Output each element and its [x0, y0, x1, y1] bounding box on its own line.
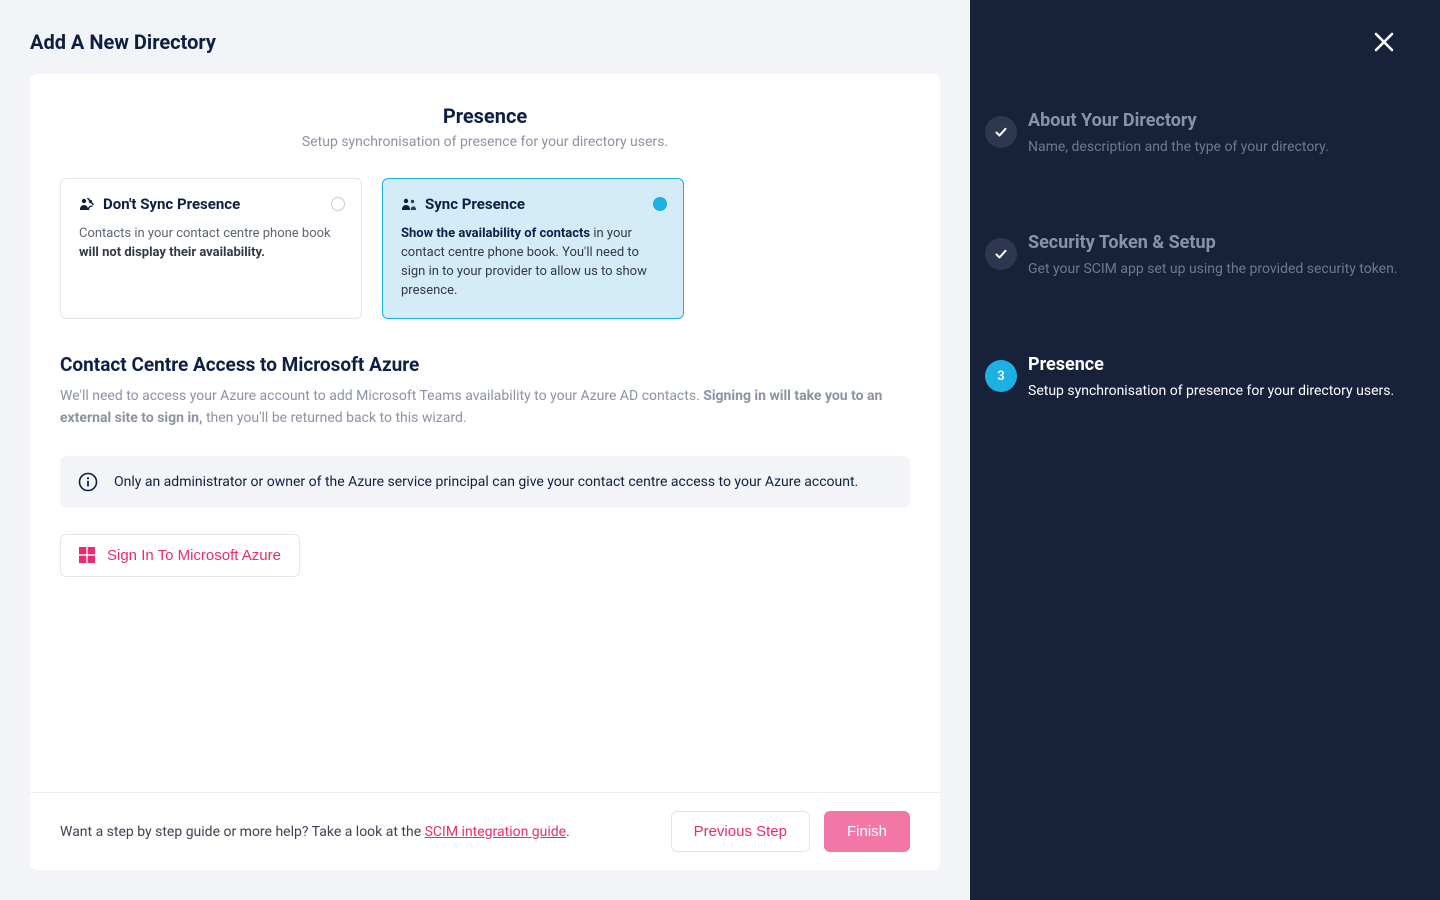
card-footer: Want a step by step guide or more help? … — [30, 792, 940, 870]
option-header: Sync Presence — [401, 195, 665, 213]
section-subtitle: Setup synchronisation of presence for yo… — [60, 134, 910, 150]
step-indicator-done — [985, 116, 1017, 148]
option-desc-bold: Show the availability of contacts — [401, 226, 590, 241]
finish-button[interactable]: Finish — [824, 811, 910, 852]
footer-buttons: Previous Step Finish — [671, 811, 910, 852]
main-content: Add A New Directory Presence Setup synch… — [0, 0, 970, 900]
azure-section-title: Contact Centre Access to Microsoft Azure — [60, 353, 910, 376]
previous-step-button[interactable]: Previous Step — [671, 811, 810, 852]
section-title: Presence — [60, 104, 910, 128]
step-title: Security Token & Setup — [1028, 232, 1398, 253]
info-icon — [78, 472, 98, 492]
azure-desc-prefix: We'll need to access your Azure account … — [60, 388, 703, 404]
radio-indicator-unselected — [331, 197, 345, 211]
azure-section: Contact Centre Access to Microsoft Azure… — [60, 353, 910, 576]
step-indicator-current: 3 — [985, 360, 1017, 392]
wizard-card: Presence Setup synchronisation of presen… — [30, 74, 940, 870]
option-description: Show the availability of contacts in you… — [401, 225, 665, 300]
scim-guide-link[interactable]: SCIM integration guide — [425, 824, 567, 840]
step-about-directory[interactable]: About Your Directory Name, description a… — [1028, 110, 1400, 158]
steps-sidebar: About Your Directory Name, description a… — [970, 0, 1440, 900]
page-title: Add A New Directory — [0, 0, 970, 74]
microsoft-icon — [79, 547, 95, 563]
footer-help-text: Want a step by step guide or more help? … — [60, 824, 570, 840]
info-banner: Only an administrator or owner of the Az… — [60, 456, 910, 508]
step-content: About Your Directory Name, description a… — [1028, 110, 1329, 158]
step-content: Presence Setup synchronisation of presen… — [1028, 354, 1394, 402]
sign-in-azure-button[interactable]: Sign In To Microsoft Azure — [60, 534, 300, 577]
option-title: Sync Presence — [425, 195, 525, 213]
step-title: Presence — [1028, 354, 1394, 375]
step-indicator-done — [985, 238, 1017, 270]
footer-help-suffix: . — [566, 824, 570, 840]
person-off-icon — [79, 197, 95, 211]
close-button[interactable] — [1368, 26, 1400, 58]
check-icon — [994, 125, 1008, 139]
info-text: Only an administrator or owner of the Az… — [114, 474, 858, 490]
step-description: Name, description and the type of your d… — [1028, 137, 1329, 158]
card-body: Presence Setup synchronisation of presen… — [30, 104, 940, 792]
step-description: Setup synchronisation of presence for yo… — [1028, 381, 1394, 402]
check-icon — [994, 247, 1008, 261]
option-description: Contacts in your contact centre phone bo… — [79, 225, 343, 263]
step-title: About Your Directory — [1028, 110, 1329, 131]
option-dont-sync-presence[interactable]: Don't Sync Presence Contacts in your con… — [60, 178, 362, 319]
sign-in-azure-label: Sign In To Microsoft Azure — [107, 547, 281, 564]
step-presence[interactable]: 3 Presence Setup synchronisation of pres… — [1028, 354, 1400, 402]
close-icon — [1373, 31, 1395, 53]
step-security-token[interactable]: Security Token & Setup Get your SCIM app… — [1028, 232, 1400, 280]
step-content: Security Token & Setup Get your SCIM app… — [1028, 232, 1398, 280]
people-icon — [401, 197, 417, 211]
option-title: Don't Sync Presence — [103, 195, 240, 213]
footer-help-prefix: Want a step by step guide or more help? … — [60, 824, 425, 840]
azure-desc-suffix: then you'll be returned back to this wiz… — [202, 410, 466, 426]
option-header: Don't Sync Presence — [79, 195, 343, 213]
option-desc-prefix: Contacts in your contact centre phone bo… — [79, 226, 331, 241]
option-desc-bold: will not display their availability. — [79, 245, 265, 260]
presence-options: Don't Sync Presence Contacts in your con… — [60, 178, 910, 319]
option-sync-presence[interactable]: Sync Presence Show the availability of c… — [382, 178, 684, 319]
radio-indicator-selected — [653, 197, 667, 211]
azure-section-description: We'll need to access your Azure account … — [60, 386, 910, 429]
step-description: Get your SCIM app set up using the provi… — [1028, 259, 1398, 280]
